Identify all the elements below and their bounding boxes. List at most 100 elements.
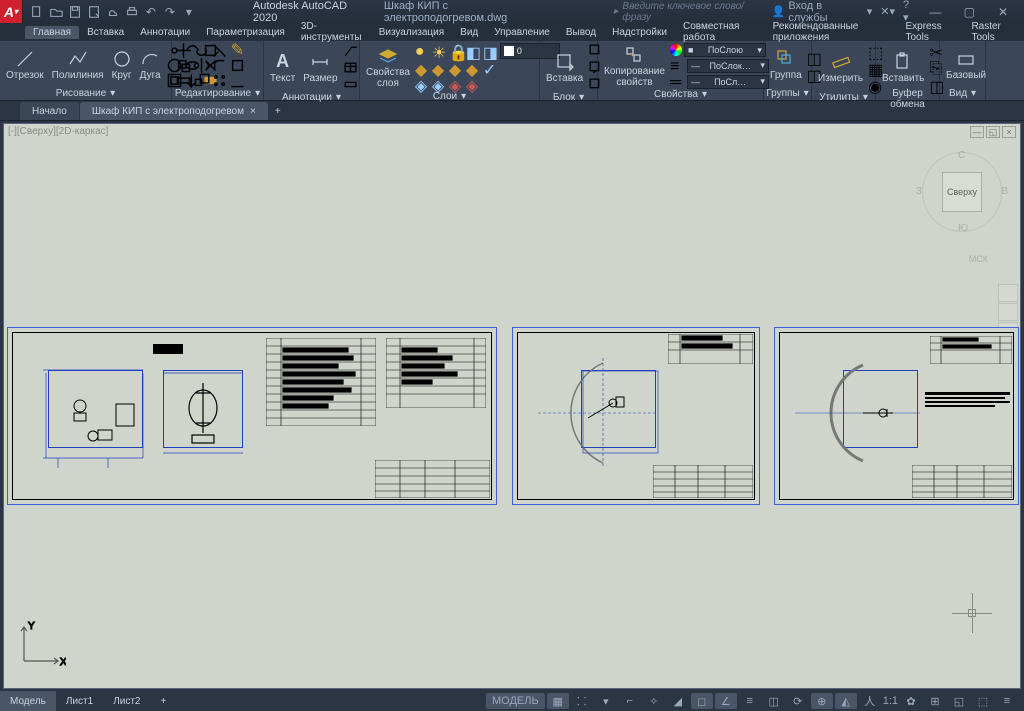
layer-props-button[interactable]: Свойства слоя <box>363 46 413 88</box>
stretch-icon[interactable] <box>175 73 192 87</box>
status-3dosnap-icon[interactable]: ◭ <box>835 693 857 709</box>
qat-redo-icon[interactable]: ↷ <box>162 4 178 20</box>
status-iso-icon[interactable]: ◢ <box>667 693 689 709</box>
layer-tool-icon[interactable]: ◈ <box>415 76 430 91</box>
vp-close-icon[interactable]: × <box>1002 126 1016 138</box>
edit-tool-icon[interactable] <box>229 73 246 87</box>
linetype-dropdown[interactable]: —ПоСл…▾ <box>687 75 769 89</box>
status-dyn-icon[interactable]: ⊕ <box>811 693 833 709</box>
status-ortho-icon[interactable]: ⌐ <box>619 693 641 709</box>
qat-open-icon[interactable] <box>48 4 64 20</box>
panel-edit[interactable]: Редактирование▾ <box>175 87 260 100</box>
leader-icon[interactable] <box>343 43 358 58</box>
status-scale[interactable]: 1:1 <box>883 693 898 709</box>
qat-save-icon[interactable] <box>67 4 83 20</box>
measure-button[interactable]: Измерить <box>815 47 866 89</box>
qat-cloud-icon[interactable] <box>105 4 121 20</box>
menu-параметризация[interactable]: Параметризация <box>198 26 293 39</box>
insert-block-button[interactable]: Вставка <box>543 47 586 89</box>
status-gear-icon[interactable]: ✿ <box>900 693 922 709</box>
panel-draw[interactable]: Рисование▾ <box>3 87 168 100</box>
status-custom-icon[interactable]: ≡ <box>996 693 1018 709</box>
status-tool-icon[interactable]: ◱ <box>948 693 970 709</box>
panel-layers[interactable]: Слои▾ <box>363 91 536 102</box>
qat-saveas-icon[interactable] <box>86 4 102 20</box>
btab-sheet2[interactable]: Лист2 <box>103 691 150 711</box>
status-polar-icon[interactable]: ✧ <box>643 693 665 709</box>
drawing-viewport[interactable]: [-][Сверху][2D-каркас] — ◱ × Сверху С Ю … <box>3 123 1021 689</box>
match-props-button[interactable]: Копирование свойств <box>601 45 668 87</box>
tab-start[interactable]: Начало <box>20 102 79 120</box>
color-icon[interactable] <box>670 44 682 56</box>
polyline-button[interactable]: Полилиния <box>49 44 107 86</box>
status-lwt-icon[interactable]: ≡ <box>739 693 761 709</box>
layer-tool-icon[interactable]: ◆ <box>466 60 481 75</box>
menu-главная[interactable]: Главная <box>25 26 79 39</box>
layer-tool-icon[interactable]: ◈ <box>432 76 447 91</box>
circle-button[interactable]: Круг <box>109 44 135 86</box>
btab-sheet1[interactable]: Лист1 <box>56 691 103 711</box>
text-button[interactable]: AТекст <box>267 47 298 89</box>
status-cycle-icon[interactable]: ⟳ <box>787 693 809 709</box>
layer-tool-icon[interactable]: ◨ <box>483 43 498 58</box>
menu-надстройки[interactable]: Надстройки <box>604 26 675 39</box>
vp-restore-icon[interactable]: ◱ <box>986 126 1000 138</box>
status-trans-icon[interactable]: ◫ <box>763 693 785 709</box>
qat-new-icon[interactable] <box>29 4 45 20</box>
annot-tool-icon[interactable] <box>343 77 358 92</box>
status-annoscale-icon[interactable]: 人 <box>859 693 881 709</box>
menu-визуализация[interactable]: Визуализация <box>371 26 452 39</box>
layer-sun-icon[interactable]: ☀ <box>432 43 447 58</box>
tab-add-button[interactable]: + <box>269 102 287 120</box>
maximize-button[interactable]: ▢ <box>956 5 982 19</box>
viewcube[interactable]: Сверху С Ю З В <box>922 152 1002 232</box>
edit-tool-icon[interactable]: ✎ <box>229 43 246 57</box>
tab-file[interactable]: Шкаф КИП с электроподогревом× <box>80 102 268 120</box>
trim-icon[interactable] <box>211 43 228 57</box>
color-dropdown[interactable]: ■ПоСлою▾ <box>684 43 766 57</box>
status-snap-icon[interactable]: ⸬ <box>571 693 593 709</box>
line-button[interactable]: Отрезок <box>3 44 47 86</box>
menu-аннотации[interactable]: Аннотации <box>132 26 198 39</box>
arc-button[interactable]: Дуга <box>137 44 164 86</box>
minimize-button[interactable]: — <box>923 5 949 19</box>
qat-print-icon[interactable] <box>124 4 140 20</box>
fillet-icon[interactable] <box>211 58 228 72</box>
menu-вставка[interactable]: Вставка <box>79 26 132 39</box>
layer-tool-icon[interactable]: ◈ <box>449 76 464 91</box>
move-icon[interactable] <box>175 43 192 57</box>
status-tool-icon[interactable]: ⬚ <box>972 693 994 709</box>
status-osnap-icon[interactable]: ◻ <box>691 693 713 709</box>
menu-вывод[interactable]: Вывод <box>558 26 604 39</box>
layer-lock-icon[interactable]: 🔒 <box>449 43 464 58</box>
panel-utils[interactable]: Утилиты▾ <box>815 92 872 103</box>
status-otrack-icon[interactable]: ∠ <box>715 693 737 709</box>
status-model[interactable]: МОДЕЛЬ <box>486 693 545 709</box>
close-button[interactable]: ✕ <box>990 5 1016 19</box>
linetype-icon[interactable]: ═ <box>670 74 685 89</box>
dimension-button[interactable]: Размер <box>300 47 340 89</box>
layer-bulb-icon[interactable]: ● <box>415 43 430 58</box>
qat-undo-icon[interactable]: ↶ <box>143 4 159 20</box>
copy-icon[interactable] <box>175 58 192 72</box>
panel-block[interactable]: Блок▾ <box>543 92 594 103</box>
baseview-button[interactable]: Базовый <box>943 44 989 86</box>
panel-groups[interactable]: Группы▾ <box>767 86 808 100</box>
mirror-icon[interactable] <box>193 58 210 72</box>
scale-icon[interactable] <box>193 73 210 87</box>
panel-view[interactable]: Вид▾ <box>943 86 982 100</box>
layer-tool-icon[interactable]: ◆ <box>449 60 464 75</box>
edit-tool-icon[interactable] <box>229 58 246 72</box>
lineweight-dropdown[interactable]: —ПоСлок…▾ <box>687 59 769 73</box>
group-button[interactable]: Группа <box>767 44 805 86</box>
table-icon[interactable] <box>343 60 358 75</box>
rotate-icon[interactable] <box>193 43 210 57</box>
layer-match-icon[interactable]: ✓ <box>483 60 498 75</box>
status-tool-icon[interactable]: ⊞ <box>924 693 946 709</box>
tab-close-icon[interactable]: × <box>250 106 256 117</box>
layer-tool-icon[interactable]: ◆ <box>415 60 430 75</box>
panel-props[interactable]: Свойства▾ <box>601 89 760 100</box>
vp-minimize-icon[interactable]: — <box>970 126 984 138</box>
layer-tool-icon[interactable]: ◈ <box>466 76 481 91</box>
menu-вид[interactable]: Вид <box>452 26 486 39</box>
